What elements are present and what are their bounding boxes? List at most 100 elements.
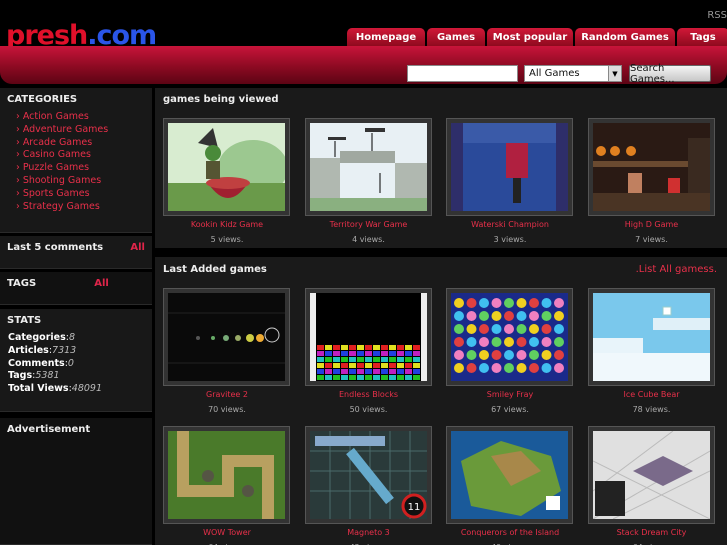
nav-tab-homepage[interactable]: Homepage bbox=[347, 28, 425, 46]
category-item[interactable]: › Adventure Games bbox=[16, 124, 152, 137]
stat-value: 7313 bbox=[52, 344, 77, 356]
game-thumbnail-image bbox=[168, 293, 285, 381]
tags-box: TAGS All bbox=[0, 272, 152, 305]
categories-box: CATEGORIES › Action Games › Adventure Games… bbox=[0, 88, 152, 233]
main-nav: Homepage Games Most popular Random Games… bbox=[347, 28, 727, 46]
category-item[interactable]: › Strategy Games bbox=[16, 201, 152, 214]
advertisement-box: Advertisement bbox=[0, 418, 152, 545]
category-select-value: All Games bbox=[529, 68, 580, 79]
rss-link[interactable]: RSS bbox=[707, 10, 727, 21]
game-thumbnail[interactable] bbox=[587, 426, 715, 524]
game-views: 7 views. bbox=[635, 235, 668, 244]
game-title[interactable]: Stack Dream City bbox=[584, 528, 720, 537]
nav-tab-random-games[interactable]: Random Games bbox=[575, 28, 675, 46]
comments-all-link[interactable]: All bbox=[130, 242, 145, 253]
game-thumbnail[interactable] bbox=[587, 118, 715, 216]
game-thumbnail-image bbox=[451, 293, 568, 381]
nav-tab-games[interactable]: Games bbox=[427, 28, 485, 46]
game-thumbnail[interactable] bbox=[304, 288, 432, 386]
category-label: Casino Games bbox=[22, 149, 91, 161]
game-thumbnail[interactable] bbox=[587, 288, 715, 386]
category-item[interactable]: › Puzzle Games bbox=[16, 162, 152, 175]
stats-box: STATS Categories:8 Articles:7313 Comments:… bbox=[0, 309, 152, 412]
game-title[interactable]: High D Game bbox=[584, 220, 720, 229]
category-label: Puzzle Games bbox=[22, 162, 90, 174]
game-card[interactable]: Conquerors of the Island49 views. bbox=[442, 424, 578, 545]
stat-label: Categories bbox=[8, 332, 66, 343]
game-card[interactable]: 11Magneto 342 views. bbox=[301, 424, 437, 545]
stat-value: 5381 bbox=[35, 370, 60, 382]
nav-tab-tags[interactable]: Tags bbox=[677, 28, 727, 46]
category-item[interactable]: › Casino Games bbox=[16, 149, 152, 162]
category-label: Shooting Games bbox=[22, 174, 102, 186]
game-thumbnail[interactable]: 11 bbox=[304, 426, 432, 524]
category-bullet: › bbox=[16, 111, 20, 122]
game-title[interactable]: Conquerors of the Island bbox=[442, 528, 578, 537]
game-thumbnail[interactable] bbox=[446, 118, 573, 216]
category-item[interactable]: › Sports Games bbox=[16, 188, 152, 201]
game-card[interactable]: Ice Cube Bear 78 views. bbox=[584, 286, 720, 421]
category-item[interactable]: › Action Games bbox=[16, 111, 152, 124]
chevron-down-icon: ▼ bbox=[608, 66, 621, 81]
game-views: 4 views. bbox=[352, 235, 385, 244]
game-card[interactable]: Smiley Fray 67 views. bbox=[442, 286, 578, 421]
viewed-section: games being viewed Kookin Kidz Game 5 vie… bbox=[155, 88, 727, 248]
stats-title: STATS bbox=[7, 315, 42, 326]
game-title[interactable]: WOW Tower bbox=[159, 528, 295, 537]
stat-row: Comments:0 bbox=[8, 358, 144, 371]
search-button[interactable]: Search Games... bbox=[629, 63, 711, 85]
game-title[interactable]: Gravitee 2 bbox=[159, 390, 295, 399]
search-input[interactable] bbox=[407, 65, 518, 82]
category-bullet: › bbox=[16, 187, 20, 199]
category-bullet: › bbox=[16, 200, 20, 212]
game-thumbnail[interactable] bbox=[304, 118, 432, 216]
game-title[interactable]: Endless Blocks bbox=[301, 390, 437, 399]
game-thumbnail[interactable] bbox=[446, 288, 573, 386]
game-views: 3 views. bbox=[493, 235, 527, 244]
svg-text:11: 11 bbox=[407, 502, 420, 513]
nav-tab-most-popular[interactable]: Most popular bbox=[487, 28, 573, 46]
categories-title: CATEGORIES bbox=[7, 94, 78, 105]
list-all-games-link[interactable]: .List All gamess. bbox=[636, 264, 717, 275]
game-views: 78 views. bbox=[632, 405, 671, 414]
game-title[interactable]: Territory War Game bbox=[301, 220, 437, 229]
category-label: Sports Games bbox=[22, 187, 90, 199]
game-card[interactable]: WOW Tower64 views. bbox=[159, 424, 295, 545]
game-title[interactable]: Kookin Kidz Game bbox=[159, 220, 295, 229]
game-title[interactable]: Waterski Champion bbox=[442, 220, 578, 229]
game-thumbnail[interactable] bbox=[163, 426, 290, 524]
category-label: Strategy Games bbox=[22, 200, 100, 212]
tags-title: TAGS bbox=[7, 278, 37, 289]
stat-row: Total Views:48091 bbox=[8, 383, 144, 396]
game-views: 5 views. bbox=[210, 235, 244, 244]
stat-label: Articles bbox=[8, 344, 49, 356]
game-card[interactable]: Kookin Kidz Game 5 views. bbox=[159, 116, 295, 251]
game-thumbnail-image bbox=[309, 293, 427, 381]
game-title[interactable]: Magneto 3 bbox=[301, 528, 437, 537]
game-card[interactable]: Endless Blocks 50 views. bbox=[301, 286, 437, 421]
category-item[interactable]: › Arcade Games bbox=[16, 137, 152, 150]
category-label: Adventure Games bbox=[22, 123, 109, 135]
game-card[interactable]: Territory War Game 4 views. bbox=[301, 116, 437, 251]
stat-value: 48091 bbox=[71, 383, 103, 395]
category-label: Action Games bbox=[22, 111, 89, 122]
game-thumbnail-image bbox=[168, 123, 285, 211]
tags-all-link[interactable]: All bbox=[94, 278, 109, 289]
game-card[interactable]: Gravitee 2 70 views. bbox=[159, 286, 295, 421]
game-thumbnail[interactable] bbox=[163, 118, 290, 216]
game-title[interactable]: Ice Cube Bear bbox=[584, 390, 720, 399]
game-thumbnail[interactable] bbox=[163, 288, 290, 386]
category-label: Arcade Games bbox=[22, 136, 93, 148]
game-thumbnail[interactable] bbox=[446, 426, 573, 524]
category-item[interactable]: › Shooting Games bbox=[16, 175, 152, 188]
added-section: Last Added games .List All gamess. Gravi… bbox=[155, 257, 727, 545]
game-title[interactable]: Smiley Fray bbox=[442, 390, 578, 399]
game-thumbnail-image bbox=[451, 123, 568, 211]
game-card[interactable]: High D Game 7 views. bbox=[584, 116, 720, 251]
added-title: Last Added games bbox=[163, 264, 267, 275]
game-views: 50 views. bbox=[349, 405, 388, 414]
game-card[interactable]: Waterski Champion 3 views. bbox=[442, 116, 578, 251]
category-select[interactable]: All Games ▼ bbox=[524, 65, 622, 82]
game-card[interactable]: Stack Dream City64 views. bbox=[584, 424, 720, 545]
game-thumbnail-image bbox=[592, 431, 710, 519]
